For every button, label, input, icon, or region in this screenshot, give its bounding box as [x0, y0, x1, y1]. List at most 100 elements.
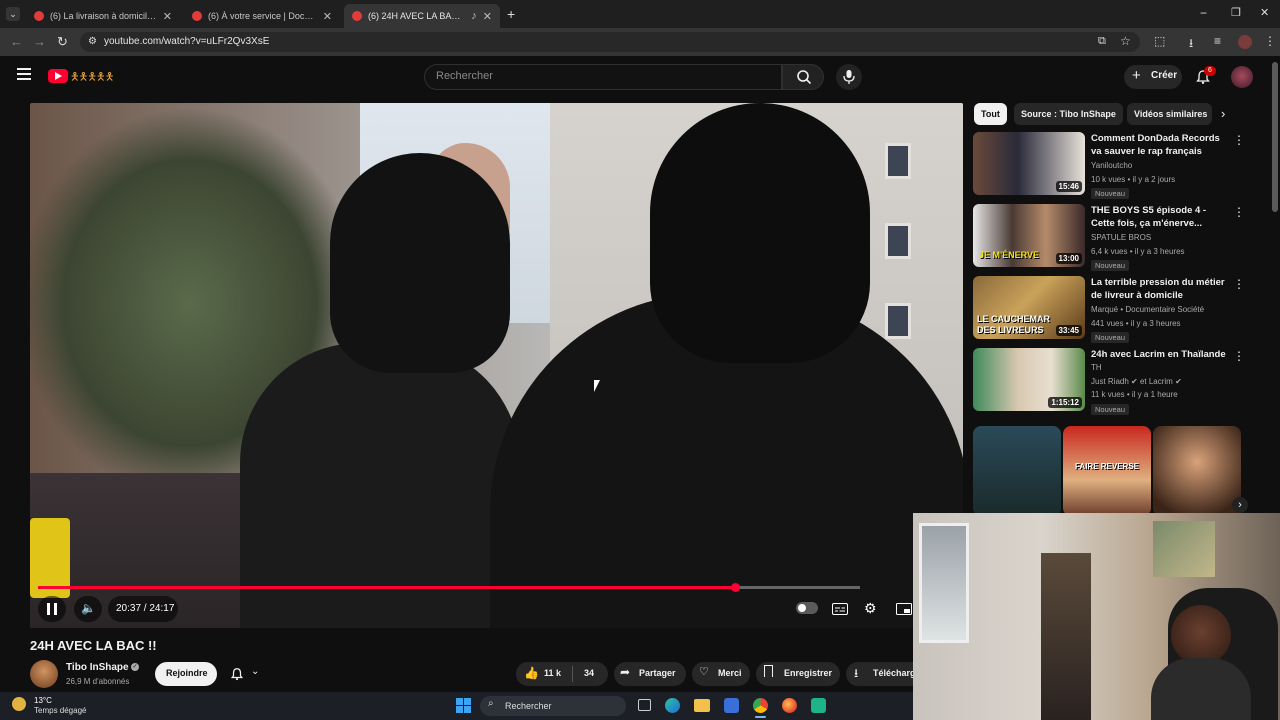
weather-moon-icon[interactable]	[12, 697, 26, 711]
download-label: Télécharg	[873, 668, 913, 678]
media-control-icon[interactable]: ≡	[1214, 34, 1221, 48]
chip-similar[interactable]: Vidéos similaires	[1127, 103, 1212, 125]
microphone-icon	[843, 70, 855, 84]
bookmark-star-icon[interactable]: ☆	[1120, 34, 1131, 48]
shelf-next-icon[interactable]: ›	[1232, 497, 1248, 513]
miniplayer-icon[interactable]	[896, 603, 912, 615]
volume-button[interactable]: 🔈	[74, 596, 102, 622]
recommendation-title[interactable]: Comment DonDada Records va sauver le rap…	[1091, 132, 1231, 158]
recommendation-channel[interactable]: Yaniloutcho	[1091, 161, 1132, 170]
extensions-icon[interactable]: ⬚	[1154, 34, 1165, 48]
autoplay-toggle[interactable]	[796, 602, 818, 614]
chevron-right-icon[interactable]: ›	[1221, 106, 1225, 121]
thumbnail-text: LE CAUCHEMAR DES LIVREURS	[977, 314, 1050, 335]
chip-all[interactable]: Tout	[974, 103, 1007, 125]
weather-temperature[interactable]: 13°C	[34, 696, 52, 705]
audio-icon[interactable]: ♪	[471, 10, 477, 22]
video-player[interactable]	[30, 103, 963, 628]
recommendation-title[interactable]: THE BOYS S5 épisode 4 - Cette fois, ça m…	[1091, 204, 1231, 230]
store-icon[interactable]	[724, 698, 739, 713]
site-info-icon[interactable]: ⚙	[88, 36, 97, 47]
taskbar-active-indicator	[755, 716, 766, 718]
subscription-bell-button[interactable]: ⌄	[224, 662, 270, 686]
app-icon[interactable]	[811, 698, 826, 713]
tab-list-icon[interactable]: ⌄	[6, 7, 20, 21]
download-icon[interactable]: ⭳	[1189, 34, 1193, 55]
chevron-down-icon: ⌄	[251, 666, 260, 677]
chip-source[interactable]: Source : Tibo InShape	[1014, 103, 1123, 125]
minimize-button[interactable]: −	[1200, 6, 1207, 20]
browser-tab-1[interactable]: (6) La livraison à domicile : de l' ✕	[26, 4, 180, 28]
windows-start-icon[interactable]	[456, 698, 471, 713]
recommendation-meta: 6,4 k vues • il y a 3 heures	[1091, 247, 1185, 256]
subscriber-count: 26,9 M d'abonnés	[66, 677, 130, 686]
subtitles-icon[interactable]	[832, 603, 848, 615]
more-options-icon[interactable]: ⋮	[1233, 205, 1245, 219]
file-explorer-icon[interactable]	[694, 699, 710, 712]
youtube-logo[interactable]	[48, 69, 68, 83]
hamburger-menu-icon[interactable]	[17, 68, 31, 80]
forward-icon[interactable]: →	[33, 34, 46, 49]
search-placeholder: Rechercher	[436, 70, 493, 82]
edge-icon[interactable]	[665, 698, 680, 713]
pause-button[interactable]	[38, 596, 66, 622]
recommendation-channel[interactable]: Just Riadh ✔ et Lacrim ✔	[1091, 377, 1182, 386]
recommendation-channel[interactable]: Marqué • Documentaire Société	[1091, 305, 1204, 314]
recommendation-thumbnail[interactable]: LE CAUCHEMAR DES LIVREURS 33:45	[973, 276, 1085, 339]
more-options-icon[interactable]: ⋮	[1233, 349, 1245, 363]
time-label: 20:37 / 24:17	[116, 603, 175, 614]
weather-description[interactable]: Temps dégagé	[34, 706, 86, 715]
video-frame-hood	[650, 103, 870, 363]
maximize-button[interactable]: ❐	[1231, 6, 1241, 19]
chrome-icon[interactable]	[753, 698, 768, 713]
page-scrollbar[interactable]	[1272, 62, 1278, 212]
doodle-figures-icon[interactable]: 🯅🯅🯅🯅🯅	[70, 68, 114, 87]
shorts-thumbnail[interactable]	[1153, 426, 1241, 516]
webcam-shelf	[1041, 553, 1091, 720]
recommendation-channel[interactable]: SPATULE BROS	[1091, 233, 1151, 242]
more-options-icon[interactable]: ⋮	[1233, 277, 1245, 291]
more-options-icon[interactable]: ⋮	[1233, 133, 1245, 147]
back-icon[interactable]: ←	[10, 34, 23, 49]
browser-tab-3-active[interactable]: (6) 24H AVEC LA BAC !! - Yo ♪ ✕	[344, 4, 500, 28]
duration-badge: 1:15:12	[1048, 397, 1082, 408]
channel-avatar[interactable]	[30, 660, 58, 688]
recommendation-title[interactable]: 24h avec Lacrim en Thaïlande	[1091, 348, 1231, 361]
search-button[interactable]	[782, 64, 824, 90]
voice-search-button[interactable]	[836, 64, 862, 90]
new-tab-button[interactable]: +	[507, 6, 515, 22]
like-divider	[572, 666, 573, 682]
url-text[interactable]: youtube.com/watch?v=uLFr2Qv3XsE	[104, 36, 269, 47]
recommendation-thumbnail[interactable]: 15:46	[973, 132, 1085, 195]
duration-badge: 33:45	[1055, 325, 1082, 336]
task-view-icon[interactable]	[638, 699, 651, 711]
close-icon[interactable]: ✕	[483, 10, 492, 23]
account-avatar[interactable]	[1231, 66, 1253, 88]
recommendation-thumbnail[interactable]: JE M'ÉNERVE 13:00	[973, 204, 1085, 267]
duration-badge: 15:46	[1055, 181, 1082, 192]
recommendation-title[interactable]: La terrible pression du métier de livreu…	[1091, 276, 1231, 302]
settings-gear-icon[interactable]: ⚙	[864, 600, 877, 617]
shorts-thumbnail[interactable]: FAIRE REVERSE	[1063, 426, 1151, 516]
install-app-icon[interactable]: ⧉	[1098, 35, 1106, 48]
notification-count-badge: 6	[1204, 66, 1216, 76]
close-icon[interactable]: ✕	[323, 10, 332, 23]
thanks-heart-icon: ♡	[699, 666, 709, 678]
browser-tab-2[interactable]: (6) À votre service | Documenta ✕	[184, 4, 340, 28]
close-icon[interactable]: ✕	[163, 10, 172, 23]
recommendation-thumbnail[interactable]: 1:15:12	[973, 348, 1085, 411]
firefox-icon[interactable]	[782, 698, 797, 713]
pause-icon	[47, 603, 57, 615]
reload-icon[interactable]: ↻	[57, 34, 68, 50]
join-label: Rejoindre	[166, 668, 208, 678]
profile-avatar[interactable]	[1238, 35, 1252, 49]
close-window-button[interactable]: ✕	[1260, 6, 1269, 19]
thumbs-up-icon: 👍	[524, 666, 539, 680]
progress-scrubber-handle[interactable]	[730, 583, 740, 592]
taskbar-search[interactable]	[480, 696, 626, 716]
taskbar-search-label: Rechercher	[505, 701, 552, 711]
recommendation-meta: 11 k vues • il y a 1 heure	[1091, 390, 1178, 399]
shorts-thumbnail[interactable]	[973, 426, 1061, 516]
browser-menu-icon[interactable]: ⋮	[1264, 34, 1276, 48]
channel-name[interactable]: Tibo InShape	[66, 662, 129, 673]
